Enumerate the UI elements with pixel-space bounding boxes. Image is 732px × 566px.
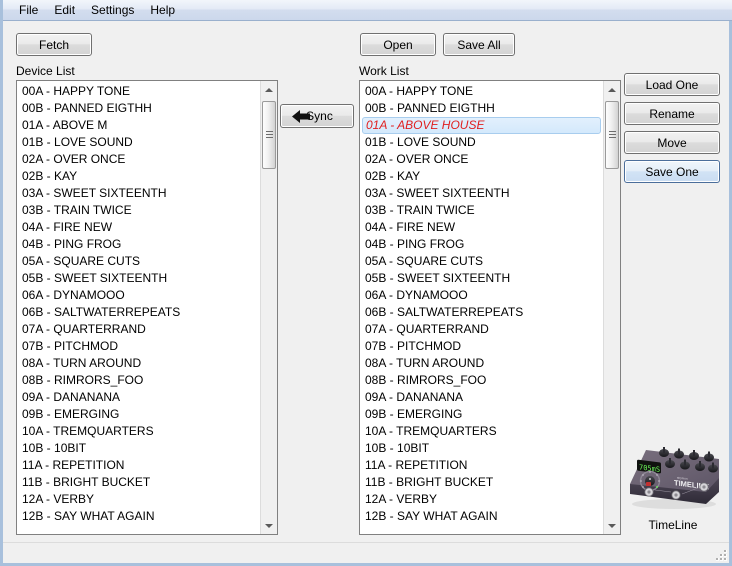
list-item[interactable]: 03B - TRAIN TWICE: [19, 202, 260, 219]
list-item[interactable]: 06A - DYNAMOOO: [362, 287, 603, 304]
device-list[interactable]: 00A - HAPPY TONE 00B - PANNED EIGTHH 01A -…: [16, 80, 278, 535]
list-item[interactable]: 10B - 10BIT: [362, 440, 603, 457]
list-item[interactable]: 04A - FIRE NEW: [19, 219, 260, 236]
list-item[interactable]: 05B - SWEET SIXTEENTH: [19, 270, 260, 287]
save-one-button[interactable]: Save One: [624, 160, 720, 183]
list-item[interactable]: 10A - TREMQUARTERS: [19, 423, 260, 440]
move-button-label: Move: [657, 135, 687, 150]
list-item[interactable]: 10B - 10BIT: [19, 440, 260, 457]
list-item[interactable]: 07A - QUARTERRAND: [19, 321, 260, 338]
status-bar: [3, 542, 729, 563]
sync-button-label: Sync: [306, 109, 333, 123]
resize-grip-icon[interactable]: [715, 549, 727, 561]
work-list-label: Work List: [359, 64, 409, 78]
save-all-button[interactable]: Save All: [443, 33, 515, 56]
open-button[interactable]: Open: [360, 33, 436, 56]
list-item[interactable]: 11B - BRIGHT BUCKET: [19, 474, 260, 491]
menu-item-file[interactable]: File: [12, 1, 47, 20]
list-item[interactable]: 08B - RIMRORS_FOO: [362, 372, 603, 389]
fetch-button-label: Fetch: [38, 37, 69, 52]
device-image-panel: 705mS strymon TIMELINE TimeLine: [624, 430, 722, 535]
list-item[interactable]: 06B - SALTWATERREPEATS: [362, 304, 603, 321]
list-item[interactable]: 12A - VERBY: [19, 491, 260, 508]
list-item[interactable]: 12B - SAY WHAT AGAIN: [19, 508, 260, 525]
list-item[interactable]: 02B - KAY: [362, 168, 603, 185]
menu-item-help[interactable]: Help: [143, 1, 184, 20]
scroll-up-icon[interactable]: [261, 81, 277, 98]
list-item[interactable]: 04A - FIRE NEW: [362, 219, 603, 236]
work-list-rows[interactable]: 00A - HAPPY TONE 00B - PANNED EIGTHH 01A -…: [360, 81, 603, 534]
list-item[interactable]: 00A - HAPPY TONE: [19, 83, 260, 100]
scroll-down-icon[interactable]: [261, 517, 277, 534]
save-one-button-label: Save One: [645, 164, 699, 179]
scrollbar-grip-icon: [609, 131, 616, 138]
device-caption: TimeLine: [648, 518, 698, 532]
list-item[interactable]: 08B - RIMRORS_FOO: [19, 372, 260, 389]
rename-button[interactable]: Rename: [624, 102, 720, 125]
list-item[interactable]: 06A - DYNAMOOO: [19, 287, 260, 304]
list-item[interactable]: 09B - EMERGING: [19, 406, 260, 423]
list-item[interactable]: 00B - PANNED EIGTHH: [19, 100, 260, 117]
list-item-selected[interactable]: 01A - ABOVE HOUSE: [362, 117, 601, 134]
list-item[interactable]: 01B - LOVE SOUND: [19, 134, 260, 151]
list-item[interactable]: 07A - QUARTERRAND: [362, 321, 603, 338]
list-item[interactable]: 11A - REPETITION: [362, 457, 603, 474]
scrollbar-thumb[interactable]: [262, 101, 276, 169]
list-item[interactable]: 08A - TURN AROUND: [19, 355, 260, 372]
sync-button[interactable]: Sync: [280, 104, 354, 128]
list-item[interactable]: 11A - REPETITION: [19, 457, 260, 474]
application-window: File Edit Settings Help Fetch Open Save …: [0, 0, 732, 566]
list-item[interactable]: 01A - ABOVE M: [19, 117, 260, 134]
list-item[interactable]: 02B - KAY: [19, 168, 260, 185]
scrollbar-thumb[interactable]: [605, 101, 619, 169]
list-item[interactable]: 07B - PITCHMOD: [362, 338, 603, 355]
list-item[interactable]: 09B - EMERGING: [362, 406, 603, 423]
work-list-scrollbar[interactable]: [603, 81, 620, 534]
device-list-scrollbar[interactable]: [260, 81, 277, 534]
list-item[interactable]: 10A - TREMQUARTERS: [362, 423, 603, 440]
list-item[interactable]: 05A - SQUARE CUTS: [362, 253, 603, 270]
load-one-button-label: Load One: [645, 77, 699, 92]
rename-button-label: Rename: [649, 106, 695, 121]
fetch-button[interactable]: Fetch: [16, 33, 92, 56]
list-item[interactable]: 02A - OVER ONCE: [362, 151, 603, 168]
list-item[interactable]: 12A - VERBY: [362, 491, 603, 508]
list-item[interactable]: 03A - SWEET SIXTEENTH: [362, 185, 603, 202]
list-item[interactable]: 00B - PANNED EIGTHH: [362, 100, 603, 117]
save-all-button-label: Save All: [457, 37, 501, 52]
list-item[interactable]: 01B - LOVE SOUND: [362, 134, 603, 151]
list-item[interactable]: 03A - SWEET SIXTEENTH: [19, 185, 260, 202]
list-item[interactable]: 09A - DANANANA: [362, 389, 603, 406]
device-list-rows[interactable]: 00A - HAPPY TONE 00B - PANNED EIGTHH 01A -…: [17, 81, 260, 534]
work-list[interactable]: 00A - HAPPY TONE 00B - PANNED EIGTHH 01A -…: [359, 80, 621, 535]
open-button-label: Open: [383, 37, 413, 52]
scrollbar-grip-icon: [266, 131, 273, 138]
scroll-up-icon[interactable]: [604, 81, 620, 98]
list-item[interactable]: 00A - HAPPY TONE: [362, 83, 603, 100]
list-item[interactable]: 09A - DANANANA: [19, 389, 260, 406]
list-item[interactable]: 12B - SAY WHAT AGAIN: [362, 508, 603, 525]
device-list-label: Device List: [16, 64, 75, 78]
list-item[interactable]: 04B - PING FROG: [362, 236, 603, 253]
scroll-down-icon[interactable]: [604, 517, 620, 534]
list-item[interactable]: 08A - TURN AROUND: [362, 355, 603, 372]
list-item[interactable]: 11B - BRIGHT BUCKET: [362, 474, 603, 491]
move-button[interactable]: Move: [624, 131, 720, 154]
list-item[interactable]: 05B - SWEET SIXTEENTH: [362, 270, 603, 287]
menu-item-settings[interactable]: Settings: [84, 1, 143, 20]
list-item[interactable]: 03B - TRAIN TWICE: [362, 202, 603, 219]
list-item[interactable]: 05A - SQUARE CUTS: [19, 253, 260, 270]
list-item[interactable]: 02A - OVER ONCE: [19, 151, 260, 168]
list-item[interactable]: 06B - SALTWATERREPEATS: [19, 304, 260, 321]
list-item[interactable]: 07B - PITCHMOD: [19, 338, 260, 355]
timeline-pedal-image: 705mS strymon TIMELINE: [630, 447, 719, 509]
list-item[interactable]: 04B - PING FROG: [19, 236, 260, 253]
menu-item-edit[interactable]: Edit: [47, 1, 84, 20]
load-one-button[interactable]: Load One: [624, 73, 720, 96]
menu-bar: File Edit Settings Help: [3, 0, 732, 21]
